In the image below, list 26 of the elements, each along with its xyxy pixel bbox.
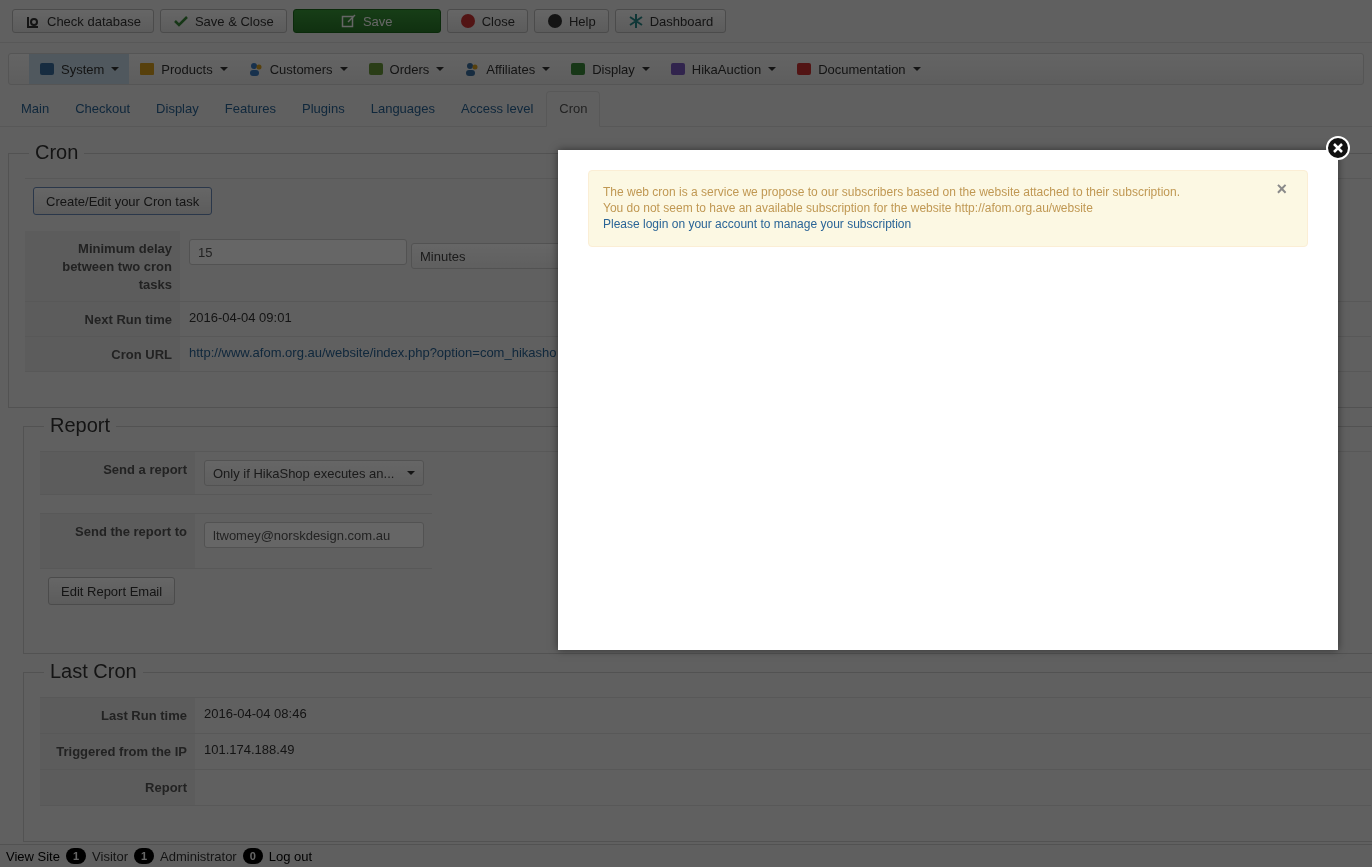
field-label: Send the report to: [40, 514, 195, 568]
alert-text: You do not seem to have an available subscription for the website http://afom.org.au/website: [603, 200, 1094, 216]
menu-label: Customers: [269, 61, 333, 77]
field-label: Minimum delay between two cron tasks: [25, 231, 180, 301]
count-badge: 1: [134, 848, 155, 864]
menu-label: Documentation: [818, 61, 906, 77]
menu-label: Display: [592, 61, 635, 77]
field-label: Last Run time: [40, 698, 195, 733]
status-label: Visitor: [92, 848, 128, 864]
alert-text: The web cron is a service we propose to our subscribers based on the website attached to their subscription.: [603, 184, 1181, 200]
field-label: Send a report: [40, 452, 195, 494]
field-value: 2016-04-04 09:01: [189, 310, 292, 325]
field-value: 2016-04-04 08:46: [204, 706, 307, 721]
status-label: Administrator: [160, 848, 237, 864]
menu-label: HikaAuction: [691, 61, 762, 77]
count-badge: 0: [242, 848, 263, 864]
menu-label: Orders: [389, 61, 430, 77]
field-value: 101.174.188.49: [204, 742, 295, 757]
field-label: Triggered from the IP: [40, 734, 195, 769]
count-badge: 1: [65, 848, 87, 864]
menu-label: System: [61, 61, 105, 77]
field-label: Report: [40, 770, 195, 805]
menu-label: Products: [161, 61, 213, 77]
field-label: Next Run time: [25, 302, 180, 336]
menu-label: Affiliates: [486, 61, 536, 77]
field-label: Cron URL: [25, 337, 180, 371]
